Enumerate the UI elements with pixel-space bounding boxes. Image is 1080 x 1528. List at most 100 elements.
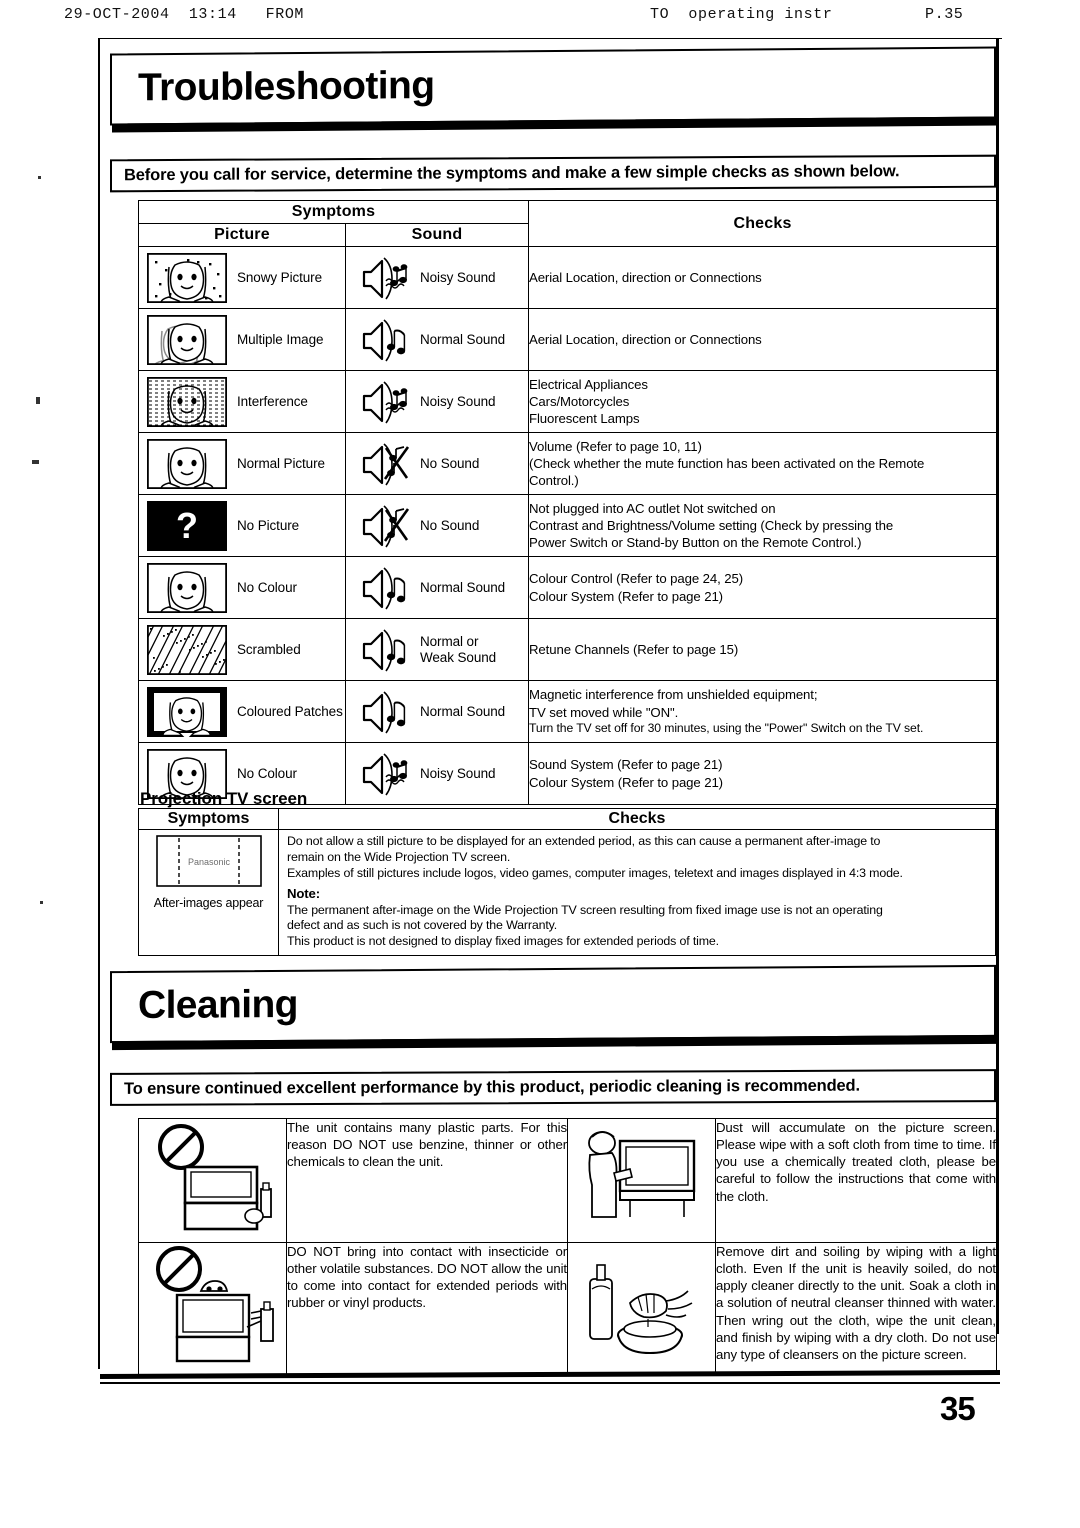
table-row: Normal Picture No Sound Volume (Refer to… [138, 432, 997, 496]
projection-header-checks: Checks [278, 808, 996, 830]
symptom-sound-cell: Normal Sound [345, 556, 529, 619]
header-sound: Sound [345, 223, 529, 247]
symptom-picture-label: Coloured Patches [237, 704, 343, 719]
scan-speckle [40, 901, 43, 904]
projection-line: This product is not designed to display … [287, 934, 719, 949]
checks-cell: Electrical Appliances Cars/Motorcycles Flu… [528, 370, 997, 433]
checks-line: Magnetic interference from unshielded eq… [529, 687, 818, 703]
symptom-sound-label: No Sound [420, 455, 480, 471]
symptom-picture-cell: Multiple Image [138, 308, 346, 374]
symptom-picture-label: Snowy Picture [237, 270, 322, 285]
troubleshooting-table: Symptoms Checks Picture Sound Snowy Pict… [95, 200, 997, 806]
header-checks: Checks [528, 200, 997, 247]
projection-header-row: Symptoms Checks [138, 808, 996, 830]
speaker-muted-icon [360, 441, 414, 487]
projection-header-symptoms: Symptoms [138, 808, 279, 830]
fax-header-destination: TO operating instr [650, 6, 833, 23]
cleaning-table: The unit contains many plastic parts. Fo… [138, 1118, 997, 1375]
checks-line: Cars/Motorcycles [529, 393, 630, 409]
speaker-noisy-icon [360, 255, 414, 301]
symptom-picture-label: No Colour [237, 766, 297, 781]
table-row: Multiple Image Normal Sound Aerial Locat… [138, 308, 997, 374]
checks-line: Colour System (Refer to page 21) [529, 774, 723, 790]
symptom-picture-cell: No Colour [138, 556, 346, 620]
checks-line: Colour System (Refer to page 21) [529, 588, 723, 604]
after-image-screen-icon: Panasonic [155, 835, 262, 887]
symptom-sound-cell: Normal Sound [345, 680, 529, 743]
cleaning-text-cloth-basin: Remove dirt and soiling by wiping with a… [715, 1242, 997, 1375]
checks-line: Control.) [529, 473, 579, 489]
projection-line: Do not allow a still picture to be displ… [287, 834, 881, 848]
symptom-picture-label: Interference [237, 394, 308, 409]
coloured-patches-icon [147, 686, 227, 741]
troubleshooting-title-banner: Troubleshooting [110, 46, 996, 126]
speaker-normal-icon [360, 689, 414, 735]
symptom-sound-cell: Noisy Sound [345, 742, 529, 805]
checks-cell: Aerial Location, direction or Connection… [528, 308, 997, 371]
symptom-picture-cell: Normal Picture [138, 432, 346, 496]
cleaning-icon-cloth-basin [567, 1242, 716, 1375]
symptom-sound-cell: Noisy Sound [345, 246, 529, 309]
page-title: Troubleshooting [138, 64, 435, 110]
cleaning-text-wipe-screen: Dust will accumulate on the picture scre… [715, 1118, 997, 1243]
projection-line: defect and as such is not covered by the… [287, 918, 558, 933]
checks-line: (Check whether the mute function has bee… [529, 455, 925, 471]
symptom-sound-label: Normal Sound [420, 331, 506, 347]
speaker-noisy-icon [360, 379, 414, 425]
scan-speckle [36, 397, 40, 404]
symptom-sound-cell: Normal Sound [345, 308, 529, 371]
symptom-sound-label: Normal Sound [420, 703, 506, 719]
checks-cell: Colour Control (Refer to page 24, 25) Col… [528, 556, 997, 619]
symptom-sound-label: Noisy Sound [420, 765, 496, 781]
projection-line: The permanent after-image on the Wide Pr… [287, 902, 883, 917]
table-row: ? No Picture No Sound Not plugged into A… [138, 494, 997, 557]
projection-tv-table: Symptoms Checks Panasonic After-images a… [138, 808, 996, 957]
checks-cell: Volume (Refer to page 10, 11) (Check whet… [528, 432, 997, 495]
symptom-picture-label: No Picture [237, 518, 300, 533]
table-row: Interference Noisy Sound Electrical Appl… [138, 370, 997, 434]
troubleshooting-intro-text: Before you call for service, determine t… [124, 162, 900, 185]
symptom-sound-label: Noisy Sound [420, 393, 496, 409]
symptom-sound-label: No Sound [420, 517, 480, 533]
projection-checks-body: Do not allow a still picture to be displ… [279, 830, 995, 955]
symptom-picture-label: No Colour [237, 580, 297, 595]
bottom-rule-secondary [100, 1382, 1000, 1384]
projection-symptom-caption: After-images appear [153, 896, 264, 910]
symptom-sound-label: Normal Sound [420, 579, 506, 595]
symptom-picture-label: Multiple Image [237, 332, 324, 347]
symptom-sound-cell: Normal or Weak Sound [345, 618, 529, 681]
speaker-normal-icon [360, 317, 414, 363]
checks-line: Power Switch or Stand-by Button on the R… [529, 535, 862, 551]
checks-cell: Not plugged into AC outlet Not switched … [528, 494, 997, 557]
interference-icon [146, 376, 228, 434]
projection-line: remain on the Wide Projection TV screen. [287, 849, 511, 864]
checks-cell: Magnetic interference from unshielded eq… [528, 680, 997, 743]
speaker-noisy-icon [360, 751, 414, 797]
cleaning-row-1: The unit contains many plastic parts. Fo… [138, 1118, 997, 1243]
checks-line: Colour Control (Refer to page 24, 25) [529, 571, 744, 587]
checks-line: Sound System (Refer to page 21) [529, 757, 723, 773]
checks-line: Not plugged into AC outlet Not switched … [529, 500, 776, 516]
projection-note-label: Note: [287, 885, 320, 901]
header-picture: Picture [138, 223, 346, 247]
speaker-muted-icon [360, 503, 414, 549]
checks-line: Retune Channels (Refer to page 15) [529, 641, 739, 657]
checks-cell: Sound System (Refer to page 21) Colour Sy… [528, 742, 997, 805]
svg-text:?: ? [176, 505, 198, 546]
cleaning-icon-no-benzine [138, 1118, 287, 1243]
checks-line: Electrical Appliances [529, 376, 648, 392]
header-symptoms: Symptoms [138, 200, 529, 224]
cleaning-text-no-insecticide: DO NOT bring into contact with insectici… [286, 1242, 568, 1375]
projection-checks-cell: Do not allow a still picture to be displ… [278, 828, 996, 957]
cleaning-icon-wipe-screen [567, 1118, 716, 1243]
fax-header-page: P.35 [925, 6, 964, 23]
checks-line: Aerial Location, direction or Connection… [529, 269, 762, 285]
multiple-image-icon [146, 314, 228, 374]
symptom-picture-cell: Interference [138, 370, 346, 434]
speaker-normal-icon [360, 627, 414, 673]
scan-speckle [38, 176, 41, 179]
table-header-row-1: Symptoms Checks [138, 200, 997, 247]
checks-line: Turn the TV set off for 30 minutes, usin… [529, 720, 924, 735]
projection-line: Examples of still pictures include logos… [287, 865, 903, 880]
symptom-picture-cell: ? No Picture [138, 494, 346, 557]
